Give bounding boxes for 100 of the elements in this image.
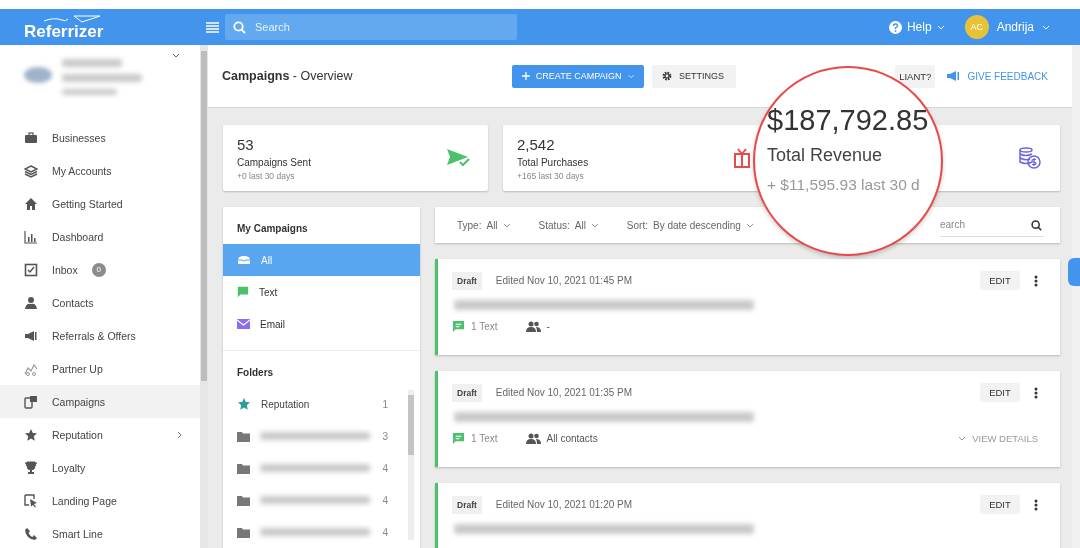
sidebar-item[interactable]: Landing Page <box>0 484 200 517</box>
search-icon <box>1031 220 1042 231</box>
sidebar-item[interactable]: Dashboard <box>0 220 200 253</box>
folder-count: 4 <box>382 494 388 506</box>
star-icon <box>237 397 251 411</box>
cursor-icon <box>24 493 38 508</box>
blurred-text <box>62 59 122 67</box>
filter-dropdown[interactable]: Sort: By date descending <box>626 219 754 231</box>
sidebar-label: Reputation <box>52 428 103 441</box>
more-icon[interactable] <box>1034 498 1038 511</box>
edit-button[interactable]: EDIT <box>980 383 1020 402</box>
sidebar-item[interactable]: Getting Started <box>0 187 200 220</box>
home-icon <box>24 196 38 211</box>
sidebar-label: Businesses <box>52 131 106 144</box>
paper-plane-check-icon <box>446 148 470 168</box>
folder-count: 3 <box>382 430 388 442</box>
audience: - <box>546 321 550 332</box>
audience: All contacts <box>546 433 598 444</box>
stat-value: 53 <box>237 135 255 153</box>
scrollbar[interactable] <box>408 390 414 540</box>
campaign-filter[interactable]: Email <box>223 308 420 340</box>
folder-item[interactable]: 4 <box>223 452 408 484</box>
sidebar-label: Partner Up <box>52 362 103 375</box>
folder-item[interactable]: 4 <box>223 516 408 548</box>
person-icon <box>24 295 38 310</box>
revenue-label: Total Revenue <box>767 145 884 166</box>
sidebar-label: Referrals & Offers <box>52 329 136 342</box>
bar-chart-icon <box>24 229 38 244</box>
chevron-down-icon <box>502 222 511 228</box>
sidebar-item[interactable]: Inbox 0 <box>0 253 200 286</box>
settings-button[interactable]: SETTINGS <box>651 64 736 88</box>
chat-tab[interactable] <box>1068 258 1080 286</box>
megaphone-icon <box>24 328 38 343</box>
sidebar-item[interactable]: Contacts <box>0 286 200 319</box>
search-field[interactable]: Search <box>225 14 517 40</box>
stat-value: 2,542 <box>517 135 556 153</box>
chevron-down-icon <box>172 53 180 58</box>
folder-item[interactable]: Reputation 1 <box>223 388 408 420</box>
megaphone-icon <box>947 71 961 81</box>
folder-icon <box>237 462 250 474</box>
sidebar-label: Inbox <box>52 263 78 276</box>
blurred-text <box>62 89 117 95</box>
more-icon[interactable] <box>1034 274 1038 287</box>
inbox-icon <box>237 255 251 265</box>
logo-text: Referrizer <box>24 22 105 40</box>
edit-button[interactable]: EDIT <box>980 495 1020 514</box>
sidebar-label: Loyalty <box>52 461 86 474</box>
edited-date: Edited Nov 10, 2021 01:20 PM <box>495 499 633 510</box>
chevron-down-icon <box>936 24 945 30</box>
chevron-down-icon <box>958 436 967 441</box>
chevron-down-icon <box>745 222 754 228</box>
folder-icon <box>237 494 250 506</box>
envelope-icon <box>237 319 250 329</box>
star-icon <box>24 427 38 442</box>
sidebar-item[interactable]: Loyalty <box>0 451 200 484</box>
chat-bubble-icon <box>237 286 249 298</box>
checkbox-icon <box>24 262 38 277</box>
scrollbar[interactable] <box>200 45 208 548</box>
edited-date: Edited Nov 10, 2021 01:35 PM <box>495 387 633 398</box>
filter-dropdown[interactable]: Status: All <box>538 219 599 231</box>
sidebar-item[interactable]: Partner Up <box>0 352 200 385</box>
more-icon[interactable] <box>1034 386 1038 399</box>
filter-dropdown[interactable]: Type: All <box>457 219 511 231</box>
message-count: 1 Text <box>471 433 498 444</box>
coins-icon <box>1018 147 1042 169</box>
gear-icon <box>661 71 672 81</box>
sidebar-item[interactable]: Reputation <box>0 418 200 451</box>
sidebar-item[interactable]: Campaigns <box>0 385 200 418</box>
sidebar-item[interactable]: Referrals & Offers <box>0 319 200 352</box>
status-tag: Draft <box>452 495 482 514</box>
panel-heading: Folders <box>236 366 275 380</box>
layers-icon <box>24 163 38 178</box>
stat-label: Campaigns Sent <box>237 156 311 168</box>
scrollbar[interactable] <box>1072 45 1080 548</box>
help-icon <box>888 20 902 34</box>
devices-icon <box>24 394 38 409</box>
compliance-button[interactable]: LIANT? <box>895 64 936 88</box>
folder-count: 4 <box>382 526 388 538</box>
sidebar-label: Contacts <box>52 296 94 309</box>
sidebar-item[interactable]: My Accounts <box>0 154 200 187</box>
sidebar-label: My Accounts <box>52 164 112 177</box>
revenue-value: $187,792.85 <box>767 104 930 137</box>
people-icon <box>525 321 541 332</box>
chevron-down-icon <box>1042 24 1050 30</box>
menu-icon[interactable] <box>206 21 219 33</box>
stat-delta: +165 last 30 days <box>517 170 585 181</box>
folder-item[interactable]: 4 <box>223 484 408 516</box>
revenue-delta: + $11,595.93 last 30 d <box>767 176 921 194</box>
trophy-icon <box>24 460 38 475</box>
folder-icon <box>237 526 250 538</box>
folder-item[interactable]: 3 <box>223 420 408 452</box>
phone-icon <box>24 526 38 541</box>
sidebar-item[interactable]: Smart Line <box>0 517 200 548</box>
sidebar-item[interactable]: Businesses <box>0 121 200 154</box>
edit-button[interactable]: EDIT <box>980 271 1020 290</box>
campaign-filter[interactable]: Text <box>223 276 420 308</box>
search-field[interactable]: earch <box>940 213 1044 237</box>
count-badge: 0 <box>91 262 106 277</box>
stat-delta: +0 last 30 days <box>237 170 296 181</box>
message-count: 1 Text <box>471 321 498 332</box>
